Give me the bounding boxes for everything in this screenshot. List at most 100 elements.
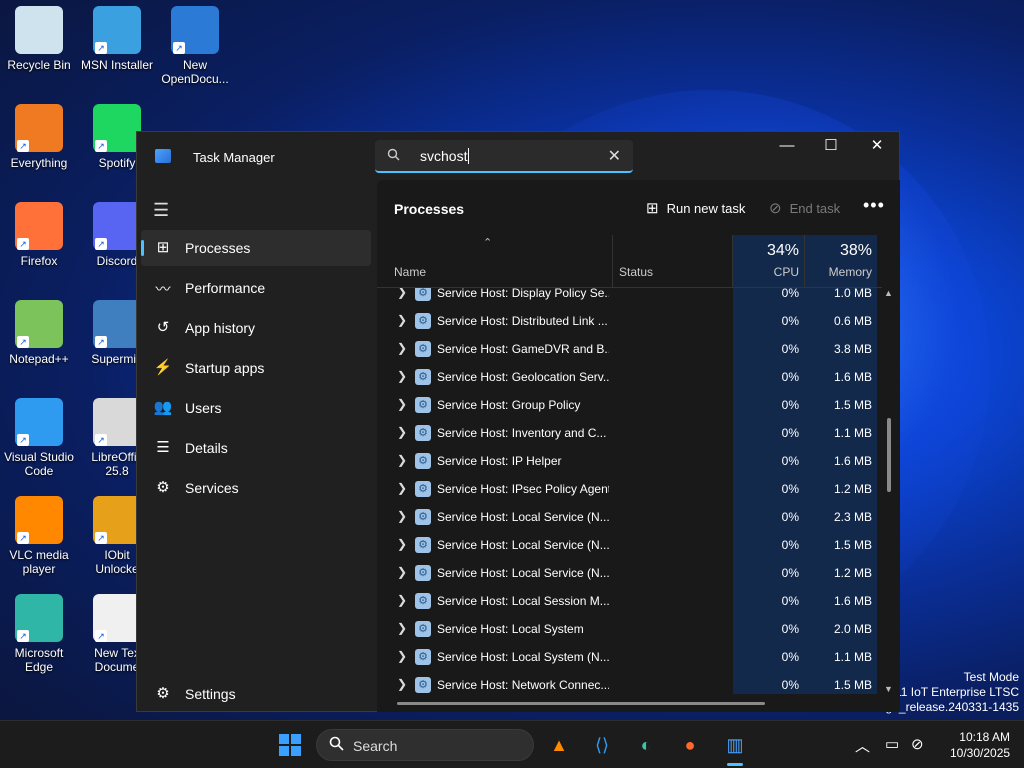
column-divider[interactable] (732, 235, 733, 287)
desktop-icon-firefox[interactable]: ↗ Firefox (0, 202, 78, 268)
expand-chevron-icon[interactable]: ❯ (397, 341, 407, 355)
taskbar-search[interactable]: Search (316, 729, 534, 761)
table-row[interactable]: ❯ ⚙ Service Host: Distributed Link ... 0% 0.… (377, 307, 882, 335)
processes-panel: Processes ⊞ Run new task ⊘ End task ••• ⌃ … (377, 180, 900, 712)
task-manager-taskbar-icon[interactable]: ▥ (719, 729, 751, 761)
shortcut-arrow-icon: ↗ (95, 630, 107, 642)
show-hidden-icons-chevron-icon[interactable]: ︿ (855, 735, 870, 756)
table-row[interactable]: ❯ ⚙ Service Host: Local System 0% 2.0 MB (377, 615, 882, 643)
table-row[interactable]: ❯ ⚙ Service Host: Inventory and C... 0% 1.1 … (377, 419, 882, 447)
close-button[interactable]: ✕ (854, 132, 900, 162)
watermark-line3: ge_release.240331-1435 (885, 700, 1019, 714)
table-row[interactable]: ❯ ⚙ Service Host: GameDVR and B... 0% 3.8 MB (377, 335, 882, 363)
edge-icon[interactable]: ◐ (630, 729, 662, 761)
sidebar-item-app-history[interactable]: ↺ App history (141, 310, 371, 346)
column-header-memory[interactable]: Memory (802, 265, 872, 279)
everything-icon: ↗ (15, 104, 63, 152)
network-icon[interactable]: ⊘ (911, 735, 924, 753)
vertical-scrollbar[interactable]: ▲ ▼ (884, 288, 894, 694)
process-name: Service Host: Local Session M... (437, 594, 609, 608)
libreoffice-icon: ↗ (93, 398, 141, 446)
sidebar-item-users[interactable]: 👥 Users (141, 390, 371, 426)
sidebar-item-processes[interactable]: ⊞ Processes (141, 230, 371, 266)
process-name: Service Host: IP Helper (437, 454, 562, 468)
table-row[interactable]: ❯ ⚙ Service Host: Local Session M... 0% 1.6 … (377, 587, 882, 615)
start-button[interactable] (279, 734, 301, 756)
recycle-bin-icon (15, 6, 63, 54)
run-new-task-button[interactable]: ⊞ Run new task (646, 199, 745, 217)
search-icon (387, 148, 400, 164)
sidebar-item-services[interactable]: ⚙ Services (141, 470, 371, 506)
column-header-cpu[interactable]: CPU (729, 265, 799, 279)
sidebar-item-performance[interactable]: 〰 Performance (141, 270, 371, 306)
expand-chevron-icon[interactable]: ❯ (397, 288, 407, 299)
vlc-icon[interactable]: ▲ (543, 729, 575, 761)
desktop-icon-msn-installer[interactable]: ↗ MSN Installer (78, 6, 156, 72)
sidebar-item-label: Startup apps (185, 360, 265, 376)
desktop-icon-visual-studio-code[interactable]: ↗ Visual Studio Code (0, 398, 78, 478)
table-row[interactable]: ❯ ⚙ Service Host: Local Service (N... 0% 1.5… (377, 531, 882, 559)
expand-chevron-icon[interactable]: ❯ (397, 649, 407, 663)
table-row[interactable]: ❯ ⚙ Service Host: Local Service (N... 0% 1.2… (377, 559, 882, 587)
sidebar-item-startup-apps[interactable]: ⚡ Startup apps (141, 350, 371, 386)
expand-chevron-icon[interactable]: ❯ (397, 593, 407, 607)
process-memory: 1.2 MB (833, 482, 872, 496)
process-name: Service Host: Distributed Link ... (437, 314, 608, 328)
table-row[interactable]: ❯ ⚙ Service Host: IPsec Policy Agent 0% 1.2 … (377, 475, 882, 503)
shortcut-arrow-icon: ↗ (17, 336, 29, 348)
table-row[interactable]: ❯ ⚙ Service Host: Local System (N... 0% 1.1 … (377, 643, 882, 671)
table-row[interactable]: ❯ ⚙ Service Host: Local Service (N... 0% 2.3… (377, 503, 882, 531)
title-bar[interactable]: Task Manager svchost ✕ — ☐ ✕ (137, 132, 899, 180)
search-input[interactable]: svchost ✕ (375, 140, 633, 173)
clear-search-icon[interactable]: ✕ (608, 146, 621, 166)
desktop-icon-vlc-media-player[interactable]: ↗ VLC media player (0, 496, 78, 576)
new-text-document-icon: ↗ (93, 594, 141, 642)
process-name: Service Host: Local System (N... (437, 650, 609, 664)
minimize-button[interactable]: — (764, 132, 810, 162)
table-row[interactable]: ❯ ⚙ Service Host: IP Helper 0% 1.6 MB (377, 447, 882, 475)
sidebar-item-details[interactable]: ☰ Details (141, 430, 371, 466)
shortcut-arrow-icon: ↗ (95, 532, 107, 544)
expand-chevron-icon[interactable]: ❯ (397, 509, 407, 523)
process-name: Service Host: Display Policy Se... (437, 288, 609, 300)
column-divider[interactable] (804, 235, 805, 287)
desktop-icon-recycle-bin[interactable]: Recycle Bin (0, 6, 78, 72)
hamburger-menu-icon[interactable]: ☰ (153, 200, 169, 221)
scroll-up-icon[interactable]: ▲ (884, 288, 893, 298)
horizontal-scrollbar[interactable] (397, 702, 765, 705)
expand-chevron-icon[interactable]: ❯ (397, 537, 407, 551)
system-clock[interactable]: 10:18 AM 10/30/2025 (950, 729, 1010, 761)
expand-chevron-icon[interactable]: ❯ (397, 565, 407, 579)
sidebar-item-settings[interactable]: ⚙ Settings (141, 676, 371, 712)
desktop-icon-everything[interactable]: ↗ Everything (0, 104, 78, 170)
vscode-icon[interactable]: ⟨⟩ (586, 729, 618, 761)
desktop-icon-microsoft-edge[interactable]: ↗ Microsoft Edge (0, 594, 78, 674)
expand-chevron-icon[interactable]: ❯ (397, 369, 407, 383)
expand-chevron-icon[interactable]: ❯ (397, 621, 407, 635)
run-task-icon: ⊞ (646, 200, 659, 217)
expand-chevron-icon[interactable]: ❯ (397, 425, 407, 439)
column-divider[interactable] (612, 235, 613, 287)
desktop-icon-notepadpp[interactable]: ↗ Notepad++ (0, 300, 78, 366)
process-cpu: 0% (781, 454, 799, 468)
end-task-button[interactable]: ⊘ End task (769, 199, 840, 217)
table-row[interactable]: ❯ ⚙ Service Host: Group Policy 0% 1.5 MB (377, 391, 882, 419)
table-row[interactable]: ❯ ⚙ Service Host: Display Policy Se... 0% 1.… (377, 288, 882, 307)
scroll-down-icon[interactable]: ▼ (884, 684, 893, 694)
shortcut-arrow-icon: ↗ (95, 434, 107, 446)
expand-chevron-icon[interactable]: ❯ (397, 677, 407, 691)
expand-chevron-icon[interactable]: ❯ (397, 313, 407, 327)
service-host-icon: ⚙ (415, 481, 431, 497)
display-icon[interactable]: ▭ (885, 735, 899, 753)
desktop-icon-new-opendocument[interactable]: ↗ New OpenDocu... (156, 6, 234, 86)
table-row[interactable]: ❯ ⚙ Service Host: Network Connec... 0% 1.5 M… (377, 671, 882, 694)
expand-chevron-icon[interactable]: ❯ (397, 481, 407, 495)
expand-chevron-icon[interactable]: ❯ (397, 453, 407, 467)
more-options-icon[interactable]: ••• (863, 195, 885, 216)
maximize-button[interactable]: ☐ (808, 132, 854, 162)
expand-chevron-icon[interactable]: ❯ (397, 397, 407, 411)
table-row[interactable]: ❯ ⚙ Service Host: Geolocation Serv... 0% 1.6… (377, 363, 882, 391)
scrollbar-thumb[interactable] (887, 418, 891, 492)
search-query[interactable]: svchost (420, 148, 470, 164)
firefox-icon[interactable]: ● (674, 729, 706, 761)
